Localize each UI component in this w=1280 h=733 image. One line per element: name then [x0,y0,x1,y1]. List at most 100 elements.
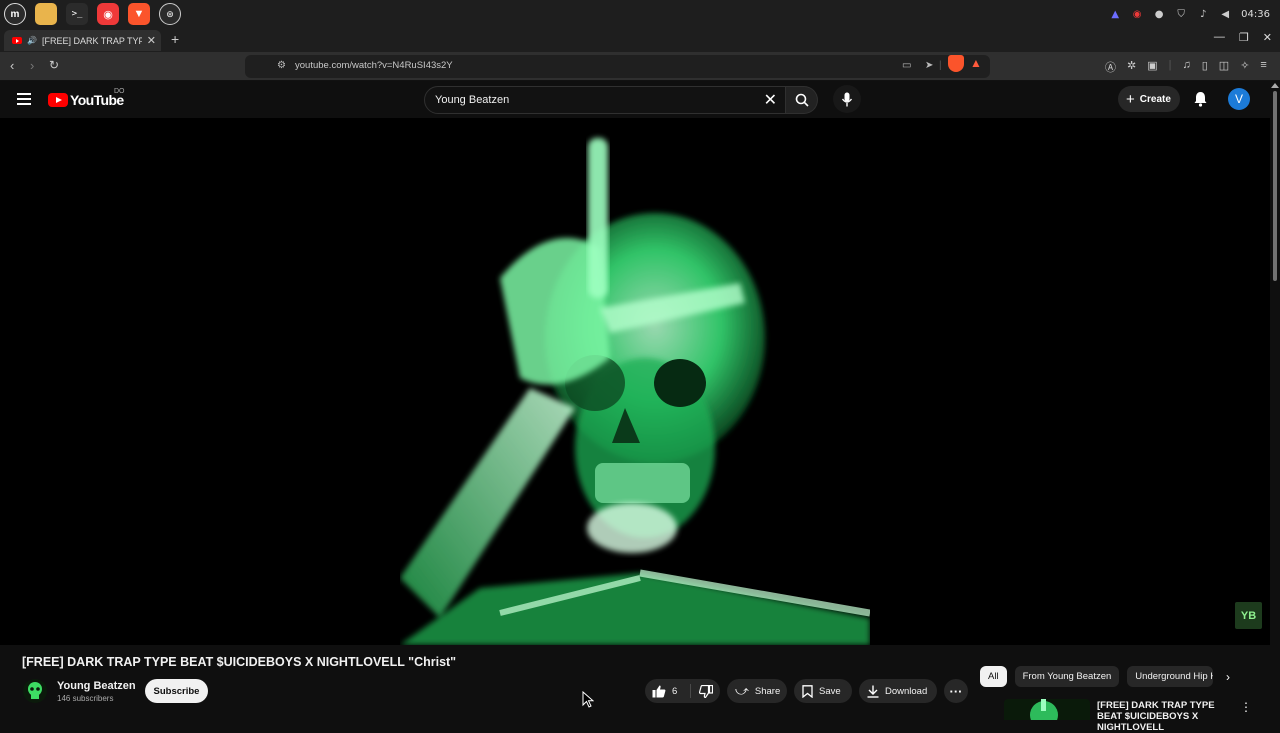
mint-menu-icon[interactable]: m [4,3,26,25]
sidebar-icon[interactable]: ▯ [1202,59,1208,75]
create-label: Create [1139,93,1171,105]
dislike-button[interactable] [693,679,719,703]
divider [690,684,691,698]
scrollbar-thumb[interactable] [1273,91,1277,281]
terminal-icon[interactable]: >_ [66,3,88,25]
address-toolbar: ‹ › ↻ 🔖︎ ⚙︎ youtube.com/watch?v=N4RuSI43… [0,52,1280,81]
menu-icon[interactable]: ≡ [1260,59,1266,75]
chip-underground-hip-hop[interactable]: Underground Hip Hop [1127,666,1214,687]
download-label: Download [885,685,928,697]
shield-icon[interactable]: ⛉ [1175,8,1187,20]
vivaldi-icon[interactable]: ◉ [97,3,119,25]
chip-from-channel[interactable]: From Young Beatzen [1014,666,1120,687]
chevron-right-icon[interactable]: › [1226,670,1230,684]
logo-country-code: DO [114,88,125,95]
update-icon[interactable]: ◉ [1131,8,1143,20]
tab-strip: 🔊 [FREE] DARK TRAP TYPE B ✕ + — ❐ ✕ [0,28,1280,52]
youtube-favicon-icon [12,37,22,44]
brave-rewards-icon[interactable]: ▲ [970,56,984,70]
brave-shields-icon[interactable] [948,55,964,72]
maximize-icon[interactable]: ❐ [1239,31,1249,44]
like-count: 6 [672,685,678,697]
mouse-cursor-icon [582,691,594,708]
skull-avatar-icon [28,682,42,699]
clock[interactable]: 04:36 [1241,9,1270,20]
plus-icon: + [1126,90,1135,108]
search-icon [795,93,809,107]
like-dislike-group: 6 [645,679,720,703]
screenshot-icon[interactable]: ▣ [1147,59,1157,75]
tab-close-icon[interactable]: ✕ [147,34,156,47]
subscribe-button[interactable]: Subscribe [145,679,208,703]
recommended-menu-icon[interactable]: ⋮ [1240,700,1252,714]
new-tab-button[interactable]: + [171,31,179,47]
thumbnail-image [1030,699,1058,720]
account-avatar[interactable]: V [1228,88,1250,110]
share-icon: ⤻ [735,683,749,698]
browser-icon[interactable]: ⊛ [159,3,181,25]
microphone-icon [841,92,853,106]
save-label: Save [819,685,841,697]
proton-vpn-icon[interactable]: ▲ [1109,8,1121,20]
voice-search-button[interactable] [833,85,861,113]
video-title: [FREE] DARK TRAP TYPE BEAT $UICIDEBOYS X… [22,655,457,669]
site-info-icon[interactable]: ⚙︎ [277,60,286,71]
recommended-title[interactable]: [FREE] DARK TRAP TYPE BEAT $UICIDEBOYS X… [1097,700,1231,733]
extension-a-icon[interactable]: Ⓐ [1105,59,1116,75]
network-icon[interactable]: ● [1153,8,1165,20]
youtube-logo[interactable]: YouTube DO [48,88,125,108]
window-close-icon[interactable]: ✕ [1263,31,1272,44]
channel-watermark[interactable]: YB [1235,602,1262,629]
search-input[interactable]: Young Beatzen ✕ [424,86,786,114]
speaker-icon[interactable]: 🔊 [27,36,37,45]
video-player[interactable]: YB [0,118,1270,645]
guide-menu-icon[interactable] [17,93,31,105]
share-button[interactable]: ⤻ Share [727,679,787,703]
save-button[interactable]: Save [794,679,852,703]
search-value[interactable]: Young Beatzen [435,94,509,106]
recommended-thumbnail[interactable] [1004,699,1090,720]
tab-title: [FREE] DARK TRAP TYPE B [41,35,142,46]
extensions-icon[interactable]: ✲ [1127,59,1136,75]
xray-skeleton-image [400,138,870,645]
send-icon[interactable]: ➤ [925,60,933,71]
scroll-up-arrow-icon[interactable] [1271,83,1279,88]
channel-avatar[interactable] [23,679,47,703]
leo-ai-icon[interactable]: ✧ [1240,59,1249,75]
more-actions-icon[interactable]: ··· [944,679,968,703]
clear-search-icon[interactable]: ✕ [764,90,777,110]
youtube-play-icon [48,93,68,107]
brave-icon[interactable]: ▼ [128,3,150,25]
page-scrollbar[interactable] [1270,81,1280,720]
forward-icon[interactable]: › [30,58,34,73]
wallet-icon[interactable]: ◫ [1219,59,1229,75]
thumbs-up-icon [652,685,666,697]
reload-icon[interactable]: ↻ [49,58,59,72]
divider: | [939,60,942,71]
url-bar[interactable]: ⚙︎ youtube.com/watch?v=N4RuSI43s2Y ▭ ➤ | [245,55,990,78]
back-icon[interactable]: ‹ [10,58,14,73]
thumbs-down-icon [699,684,713,698]
browser-tab[interactable]: 🔊 [FREE] DARK TRAP TYPE B ✕ [4,30,161,51]
cast-icon[interactable]: ▭ [902,60,911,71]
create-button[interactable]: + Create [1118,86,1180,112]
video-artwork [400,118,870,645]
divider: | [1168,59,1172,71]
youtube-header: YouTube DO Young Beatzen ✕ + Create V [0,81,1270,118]
chip-all[interactable]: All [980,666,1007,687]
related-chips: All From Young Beatzen Underground Hip H… [980,666,1214,688]
minimize-icon[interactable]: — [1214,31,1225,44]
files-icon[interactable] [35,3,57,25]
subscriber-count: 146 subscribers [57,694,114,703]
channel-name[interactable]: Young Beatzen [57,680,136,692]
os-taskbar: m >_ ◉ ▼ ⊛ ▲ ◉ ● ⛉ ♪ ◀ 04:36 [0,0,1280,28]
notification-icon[interactable]: ♪ [1197,8,1209,20]
notifications-bell-icon[interactable] [1193,91,1208,107]
download-icon [867,685,879,698]
url-text[interactable]: youtube.com/watch?v=N4RuSI43s2Y [295,60,453,71]
search-button[interactable] [786,86,818,114]
download-button[interactable]: Download [859,679,937,703]
media-icon[interactable]: ♫ [1182,59,1190,75]
volume-icon[interactable]: ◀ [1219,8,1231,20]
like-button[interactable]: 6 [645,679,689,703]
